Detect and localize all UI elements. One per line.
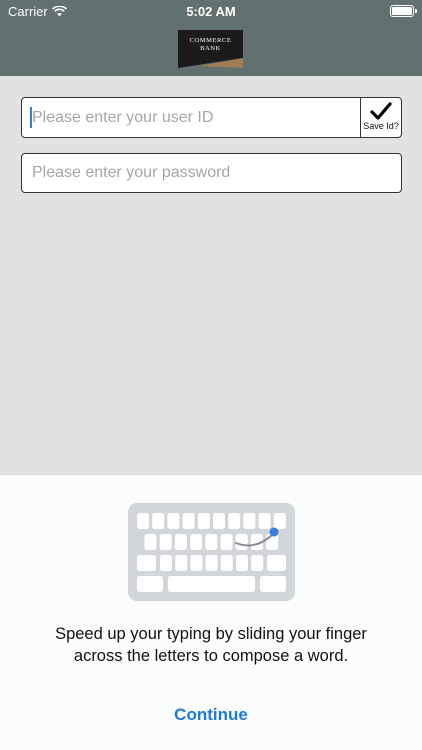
illustration-key	[273, 513, 286, 529]
illustration-key	[144, 534, 157, 550]
illustration-key	[168, 576, 255, 592]
logo-line-2: BANK	[200, 45, 221, 52]
password-field[interactable]	[21, 153, 402, 193]
illustration-key	[258, 513, 271, 529]
illustration-key	[220, 534, 233, 550]
illustration-key	[205, 534, 218, 550]
status-bar: Carrier 5:02 AM	[0, 0, 422, 22]
illustration-key	[260, 576, 286, 592]
illustration-key	[190, 555, 203, 571]
text-cursor	[30, 107, 32, 128]
userid-input[interactable]	[22, 98, 362, 137]
illustration-key	[159, 534, 172, 550]
battery-icon	[390, 5, 417, 17]
keyboard-tip-sheet: Speed up your typing by sliding your fin…	[0, 474, 422, 750]
swipe-keyboard-illustration	[128, 503, 295, 601]
illustration-key	[205, 555, 218, 571]
illustration-key	[236, 555, 248, 571]
illustration-key	[174, 534, 187, 550]
illustration-key	[243, 513, 256, 529]
swipe-finger-dot	[269, 527, 279, 537]
save-id-label: Save Id?	[363, 121, 399, 131]
app-header: COMMERCE BANK	[0, 22, 422, 76]
logo-line-1: COMMERCE	[189, 37, 231, 44]
illustration-key	[235, 534, 248, 550]
illustration-key	[160, 555, 172, 571]
illustration-key	[152, 513, 165, 529]
illustration-key	[220, 555, 233, 571]
illustration-key	[137, 555, 156, 571]
illustration-key	[167, 513, 180, 529]
password-input[interactable]	[22, 154, 401, 192]
illustration-key	[197, 513, 210, 529]
illustration-key	[137, 576, 163, 592]
illustration-key	[213, 513, 225, 529]
userid-field[interactable]: Save Id?	[21, 97, 402, 138]
clock: 5:02 AM	[186, 4, 236, 19]
illustration-key	[228, 513, 241, 529]
keyboard-tip-message: Speed up your typing by sliding your fin…	[55, 625, 367, 665]
commerce-bank-logo: COMMERCE BANK	[178, 30, 243, 68]
continue-button[interactable]: Continue	[0, 705, 422, 725]
checkmark-icon	[370, 102, 392, 120]
illustration-key	[251, 555, 264, 571]
save-id-toggle[interactable]: Save Id?	[360, 98, 401, 137]
illustration-key	[267, 555, 286, 571]
illustration-key	[266, 534, 279, 550]
illustration-key	[182, 513, 195, 529]
illustration-key	[137, 513, 149, 529]
illustration-key	[190, 534, 203, 550]
illustration-key	[175, 555, 188, 571]
